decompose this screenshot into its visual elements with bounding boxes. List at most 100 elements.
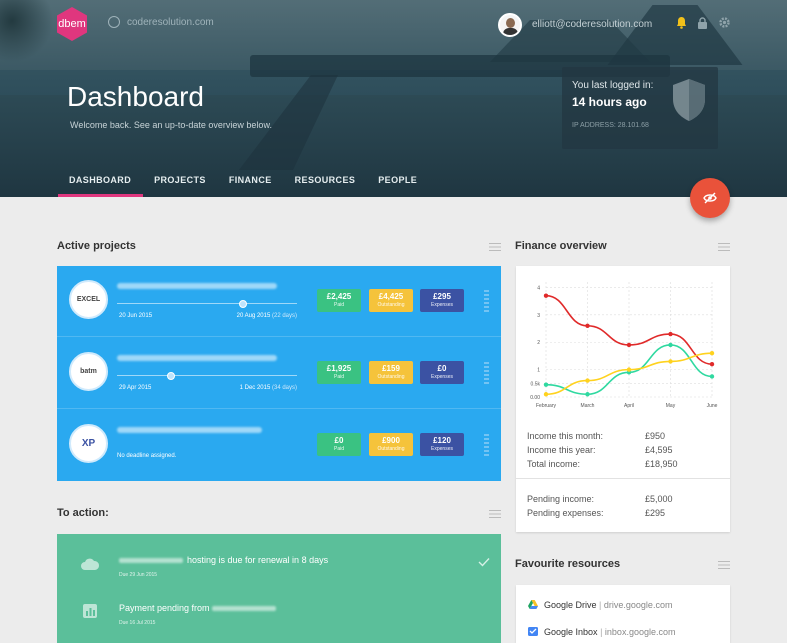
x-tick-label: February bbox=[536, 403, 557, 409]
bell-icon[interactable] bbox=[676, 16, 687, 29]
drag-handle[interactable] bbox=[484, 434, 489, 456]
tab-finance[interactable]: FINANCE bbox=[218, 172, 284, 197]
check-icon[interactable] bbox=[478, 557, 490, 567]
project-name-redacted bbox=[117, 427, 262, 433]
data-point bbox=[668, 331, 673, 337]
expenses-badge[interactable]: £295 Expenses bbox=[420, 289, 464, 312]
outstanding-value: £900 bbox=[382, 436, 400, 445]
outstanding-value: £159 bbox=[382, 364, 400, 373]
redacted-client bbox=[119, 558, 183, 564]
resource-domain: drive.google.com bbox=[603, 600, 673, 610]
expenses-badge[interactable]: £0 Expenses bbox=[420, 361, 464, 384]
avatar[interactable] bbox=[498, 13, 522, 37]
hero-palm bbox=[0, 0, 60, 70]
outstanding-badge[interactable]: £159 Outstanding bbox=[369, 361, 413, 384]
data-point bbox=[626, 342, 632, 348]
expenses-value: £295 bbox=[433, 292, 451, 301]
y-tick-label: 4 bbox=[537, 285, 540, 291]
tab-people[interactable]: PEOPLE bbox=[367, 172, 429, 197]
outstanding-label: Outstanding bbox=[377, 446, 405, 452]
tab-resources[interactable]: RESOURCES bbox=[284, 172, 368, 197]
paid-badge[interactable]: £2,425 Paid bbox=[317, 289, 361, 312]
x-tick-label: June bbox=[707, 403, 718, 409]
menu-icon[interactable] bbox=[718, 561, 730, 569]
drag-handle[interactable] bbox=[484, 290, 489, 312]
project-end: 20 Aug 2015 bbox=[236, 313, 271, 319]
redacted-client bbox=[212, 606, 277, 612]
x-tick-label: March bbox=[581, 403, 595, 409]
gear-icon[interactable] bbox=[718, 16, 731, 29]
expenses-badge[interactable]: £120 Expenses bbox=[420, 433, 464, 456]
paid-value: £0 bbox=[334, 436, 344, 445]
data-point bbox=[585, 392, 590, 397]
project-row[interactable]: batm 29 Apr 2015 1 Dec 2015 (34 days) £1… bbox=[57, 338, 501, 409]
expenses-label: Expenses bbox=[431, 374, 453, 380]
data-point bbox=[709, 361, 715, 367]
project-row[interactable]: XP No deadline assigned. £0 Paid £900 Outs… bbox=[57, 410, 501, 481]
x-tick-label: May bbox=[666, 403, 676, 409]
google-inbox-icon bbox=[528, 627, 538, 636]
project-remaining: (34 days) bbox=[271, 385, 297, 391]
total-income-value: £18,950 bbox=[645, 459, 678, 469]
menu-icon[interactable] bbox=[489, 243, 501, 251]
active-projects-panel: EXCEL 20 Jun 2015 20 Aug 2015 (22 days) … bbox=[57, 266, 501, 481]
action-message: hosting is due for renewal in 8 days bbox=[187, 555, 329, 565]
paid-badge[interactable]: £0 Paid bbox=[317, 433, 361, 456]
no-deadline-text: No deadline assigned. bbox=[117, 453, 177, 459]
expenses-label: Expenses bbox=[431, 446, 453, 452]
project-logo: batm bbox=[69, 352, 108, 391]
project-row[interactable]: EXCEL 20 Jun 2015 20 Aug 2015 (22 days) … bbox=[57, 266, 501, 337]
action-item[interactable]: Payment pending from Due 16 Jul 2015 bbox=[57, 586, 501, 634]
chart-icon bbox=[83, 604, 97, 618]
lock-icon[interactable] bbox=[697, 17, 708, 29]
last-login-card: You last logged in: 14 hours ago IP ADDR… bbox=[562, 67, 718, 149]
income-month-label: Income this month: bbox=[527, 431, 604, 441]
resource-name: Google Drive bbox=[544, 600, 597, 610]
action-text: hosting is due for renewal in 8 days bbox=[119, 555, 328, 565]
drag-handle[interactable] bbox=[484, 362, 489, 384]
total-income-label: Total income: bbox=[527, 459, 581, 469]
finance-chart: 0.00 0.5k 1 2 3 4 February March April May June bbox=[530, 282, 718, 409]
shield-icon bbox=[673, 79, 705, 121]
tab-projects[interactable]: PROJECTS bbox=[143, 172, 218, 197]
project-end-date: 20 Aug 2015 (22 days) bbox=[227, 313, 297, 319]
finance-overview-panel: 0.00 0.5k 1 2 3 4 February March April May June In… bbox=[516, 266, 730, 532]
income-month-value: £950 bbox=[645, 431, 666, 441]
income-year-value: £4,595 bbox=[645, 445, 673, 455]
data-point bbox=[709, 350, 715, 356]
outstanding-badge[interactable]: £900 Outstanding bbox=[369, 433, 413, 456]
favourite-resources-panel: Google Drive | drive.google.com Google I… bbox=[516, 585, 730, 643]
separator: | bbox=[599, 600, 602, 610]
paid-value: £1,925 bbox=[326, 364, 352, 373]
action-due-date: Due 29 Jun 2015 bbox=[119, 572, 158, 578]
y-tick-label: 0.5k bbox=[531, 381, 541, 387]
resource-domain: inbox.google.com bbox=[604, 627, 676, 637]
last-login-label: You last logged in: bbox=[572, 80, 654, 91]
tab-dashboard[interactable]: DASHBOARD bbox=[58, 172, 144, 197]
action-message: Payment pending from bbox=[119, 603, 210, 613]
resource-link[interactable]: Google Drive | drive.google.com bbox=[528, 600, 672, 610]
paid-label: Paid bbox=[333, 302, 344, 308]
data-point bbox=[585, 378, 590, 383]
menu-icon[interactable] bbox=[489, 510, 501, 518]
site-url[interactable]: coderesolution.com bbox=[127, 17, 214, 28]
hide-button[interactable] bbox=[690, 178, 730, 218]
timeline-knob[interactable] bbox=[167, 372, 175, 380]
pending-expenses-label: Pending expenses: bbox=[527, 508, 604, 518]
y-tick-label: 3 bbox=[537, 313, 540, 319]
paid-label: Paid bbox=[333, 446, 344, 452]
to-action-title: To action: bbox=[57, 507, 109, 519]
timeline-knob[interactable] bbox=[239, 300, 247, 308]
finance-overview-title: Finance overview bbox=[515, 240, 607, 252]
project-end: 1 Dec 2015 bbox=[239, 385, 271, 391]
action-text: Payment pending from bbox=[119, 603, 280, 613]
paid-badge[interactable]: £1,925 Paid bbox=[317, 361, 361, 384]
outstanding-badge[interactable]: £4,425 Outstanding bbox=[369, 289, 413, 312]
menu-icon[interactable] bbox=[718, 243, 730, 251]
resource-link[interactable]: Google Inbox | inbox.google.com bbox=[528, 627, 675, 637]
action-item[interactable]: hosting is due for renewal in 8 days Due… bbox=[57, 538, 501, 586]
ip-address: IP ADDRESS: 28.101.68 bbox=[572, 122, 649, 129]
pending-income-label: Pending income: bbox=[527, 494, 595, 504]
to-action-panel: hosting is due for renewal in 8 days Due… bbox=[57, 534, 501, 643]
user-email[interactable]: elliott@coderesolution.com bbox=[532, 19, 652, 30]
